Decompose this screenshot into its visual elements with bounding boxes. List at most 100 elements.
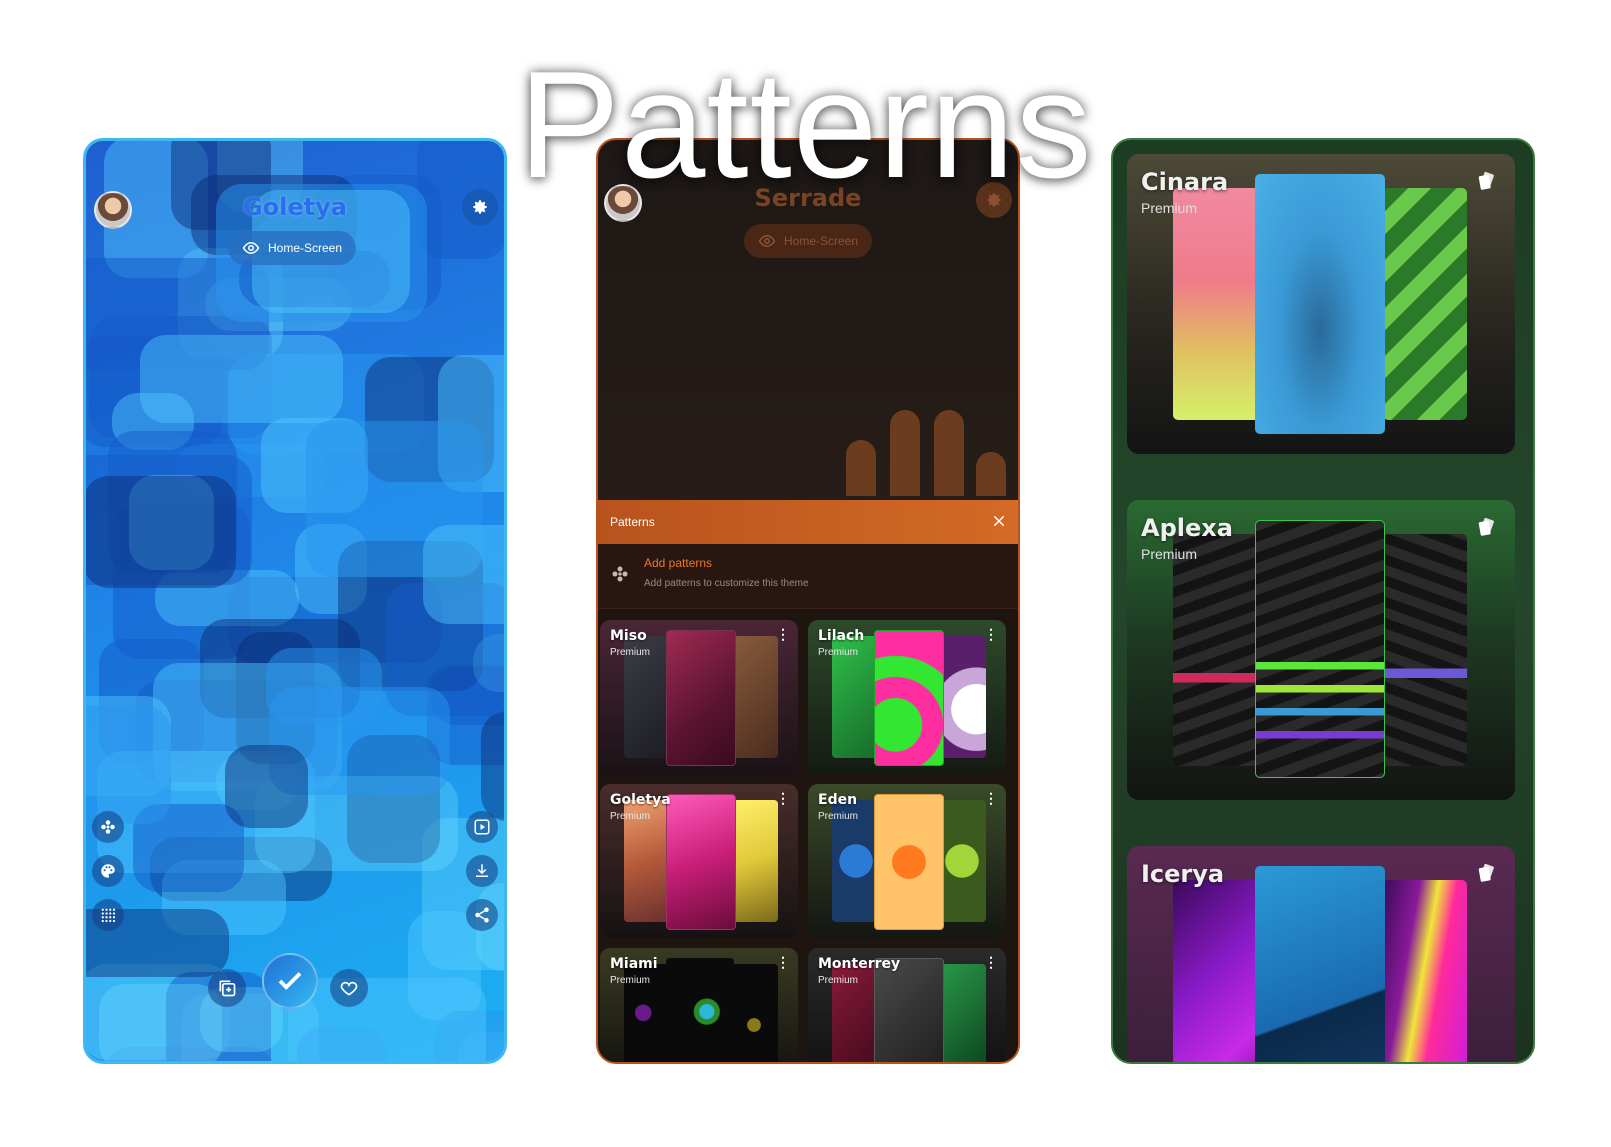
eye-icon [758,235,776,247]
card-subtitle: Premium [818,811,859,822]
palette-icon [101,864,115,878]
decorative-bar [890,410,920,496]
card-name: Icerya [1141,860,1225,888]
card-name: Monterrey [818,956,901,972]
card-name: Eden [818,792,858,808]
premium-badge [1475,862,1497,889]
add-patterns-subtitle: Add patterns to customize this theme [644,578,809,589]
wallpaper-tile [140,334,344,423]
card-name: Goletya [610,792,671,808]
wallpaper-tile [86,706,172,824]
sheet-title: Patterns [610,515,655,529]
pattern-card-icerya[interactable]: Icerya [1127,846,1515,1062]
favorite-button[interactable] [330,969,368,1007]
more-options-button[interactable]: ⋮ [776,626,790,643]
more-options-button[interactable]: ⋮ [984,790,998,807]
decorative-bar [976,452,1006,496]
preview-button[interactable] [466,811,498,843]
more-options-button[interactable]: ⋮ [984,954,998,971]
pattern-card-miami[interactable]: Miami Premium ⋮ [600,948,798,1062]
card-subtitle: Premium [610,647,651,658]
add-to-collection-button[interactable] [208,969,246,1007]
pattern-thumbnail [730,800,778,922]
pattern-thumbnail [1255,174,1385,434]
pattern-thumbnail [1383,880,1467,1062]
share-button[interactable] [466,899,498,931]
home-screen-label: Home-Screen [784,234,859,248]
pattern-thumbnail [666,958,734,1062]
eye-icon [242,242,260,254]
pattern-card-miso[interactable]: Miso Premium ⋮ [600,620,798,774]
play-square-icon [474,819,490,835]
hero-title: Patterns [518,40,1093,210]
wallpaper-tile [266,647,383,725]
card-name: Lilach [818,628,865,644]
pattern-thumbnail [1383,188,1467,420]
pattern-thumbnail [874,958,944,1062]
add-collection-icon [219,980,236,997]
add-patterns-row[interactable]: Add patterns Add patterns to customize t… [598,544,1018,609]
pattern-thumbnail [1255,520,1385,778]
phone-preview-serrade: Serrade Home-Screen Patterns Add pattern… [596,138,1020,1064]
pattern-thumbnail [730,636,778,758]
more-options-button[interactable]: ⋮ [776,790,790,807]
decorative-bar [846,440,876,496]
home-screen-toggle[interactable]: Home-Screen [228,231,357,265]
download-icon [476,864,488,877]
card-subtitle: Premium [610,811,651,822]
premium-badge [1475,516,1497,543]
pattern-thumbnail [666,794,736,930]
grid-dots-icon [101,908,116,923]
card-subtitle: Premium [610,975,651,986]
pattern-card-lilach[interactable]: Lilach Premium ⋮ [808,620,1006,774]
grid-button[interactable] [92,899,124,931]
heart-icon [340,981,358,996]
phone-preview-patterns-list: Cinara Premium Aplexa Premium Icerya [1111,138,1535,1064]
flower-icon [612,566,628,582]
sheet-header: Patterns [598,500,1018,544]
pattern-card-aplexa[interactable]: Aplexa Premium [1127,500,1515,800]
cards-icon [1478,863,1494,882]
wallpaper-tile [224,744,309,829]
more-options-button[interactable]: ⋮ [984,626,998,643]
more-options-button[interactable]: ⋮ [776,954,790,971]
pattern-thumbnail [938,800,986,922]
decorative-bar [934,410,964,496]
pattern-thumbnail [938,636,986,758]
pattern-thumbnail [874,794,944,930]
phone-preview-goletya: Goletya Home-Screen [83,138,507,1064]
card-name: Aplexa [1141,514,1233,542]
wallpaper-tile [423,524,504,625]
pattern-card-eden[interactable]: Eden Premium ⋮ [808,784,1006,938]
wallpaper-tile [288,978,486,1061]
patterns-sheet: Patterns Add patterns Add patterns to cu… [598,500,1018,1062]
card-subtitle: Premium [818,975,859,986]
close-button[interactable] [992,514,1006,531]
patterns-button[interactable] [92,811,124,843]
checkmark-icon [278,972,302,990]
flower-icon [101,820,115,834]
pattern-card-goletya[interactable]: Goletya Premium ⋮ [600,784,798,938]
palette-button[interactable] [92,855,124,887]
wallpaper-tile [481,710,504,821]
apply-theme-button[interactable] [262,953,318,1009]
wallpaper-tile [86,475,237,588]
home-screen-label: Home-Screen [268,241,343,255]
pattern-thumbnail [1255,866,1385,1062]
home-screen-toggle[interactable]: Home-Screen [744,224,873,258]
pattern-card-monterrey[interactable]: Monterrey Premium ⋮ [808,948,1006,1062]
pattern-thumbnail [938,964,986,1062]
cards-icon [1478,517,1494,536]
card-name: Miso [610,628,647,644]
card-subtitle: Premium [818,647,859,658]
add-patterns-title: Add patterns [644,556,713,570]
card-subtitle: Premium [1141,546,1198,562]
download-button[interactable] [466,855,498,887]
share-icon [475,907,489,923]
card-name: Miami [610,956,658,972]
pattern-thumbnail [874,630,944,766]
pattern-thumbnail [1383,534,1467,766]
close-icon [993,515,1005,526]
pattern-thumbnail [730,964,778,1062]
pattern-thumbnail [666,630,736,766]
